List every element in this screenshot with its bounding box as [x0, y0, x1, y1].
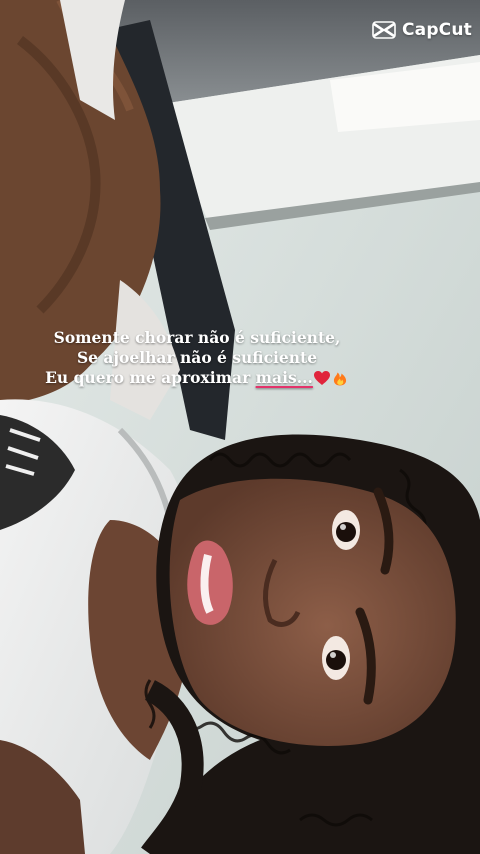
- capcut-logo-icon: [372, 21, 396, 39]
- selfie-photo: [0, 0, 480, 854]
- caption-line-3-text: Eu quero me aproximar: [45, 368, 256, 387]
- capcut-brand-text: CapCut: [401, 20, 472, 40]
- capcut-watermark: CapCut: [372, 20, 472, 40]
- caption-line-1: Somente chorar não é suficiente,: [53, 328, 341, 347]
- caption-line-2: Se ajoelhar não é suficiente: [76, 348, 318, 367]
- caption-text: Somente chorar não é suficiente, Se ajoe…: [0, 328, 394, 388]
- fire-icon: [333, 372, 346, 386]
- caption-line-3: Eu quero me aproximar mais...: [0, 368, 394, 388]
- caption-highlight-word: mais...: [255, 368, 313, 387]
- heart-icon: [313, 371, 330, 385]
- story-frame: CapCut Somente chorar não é suficiente, …: [0, 0, 480, 854]
